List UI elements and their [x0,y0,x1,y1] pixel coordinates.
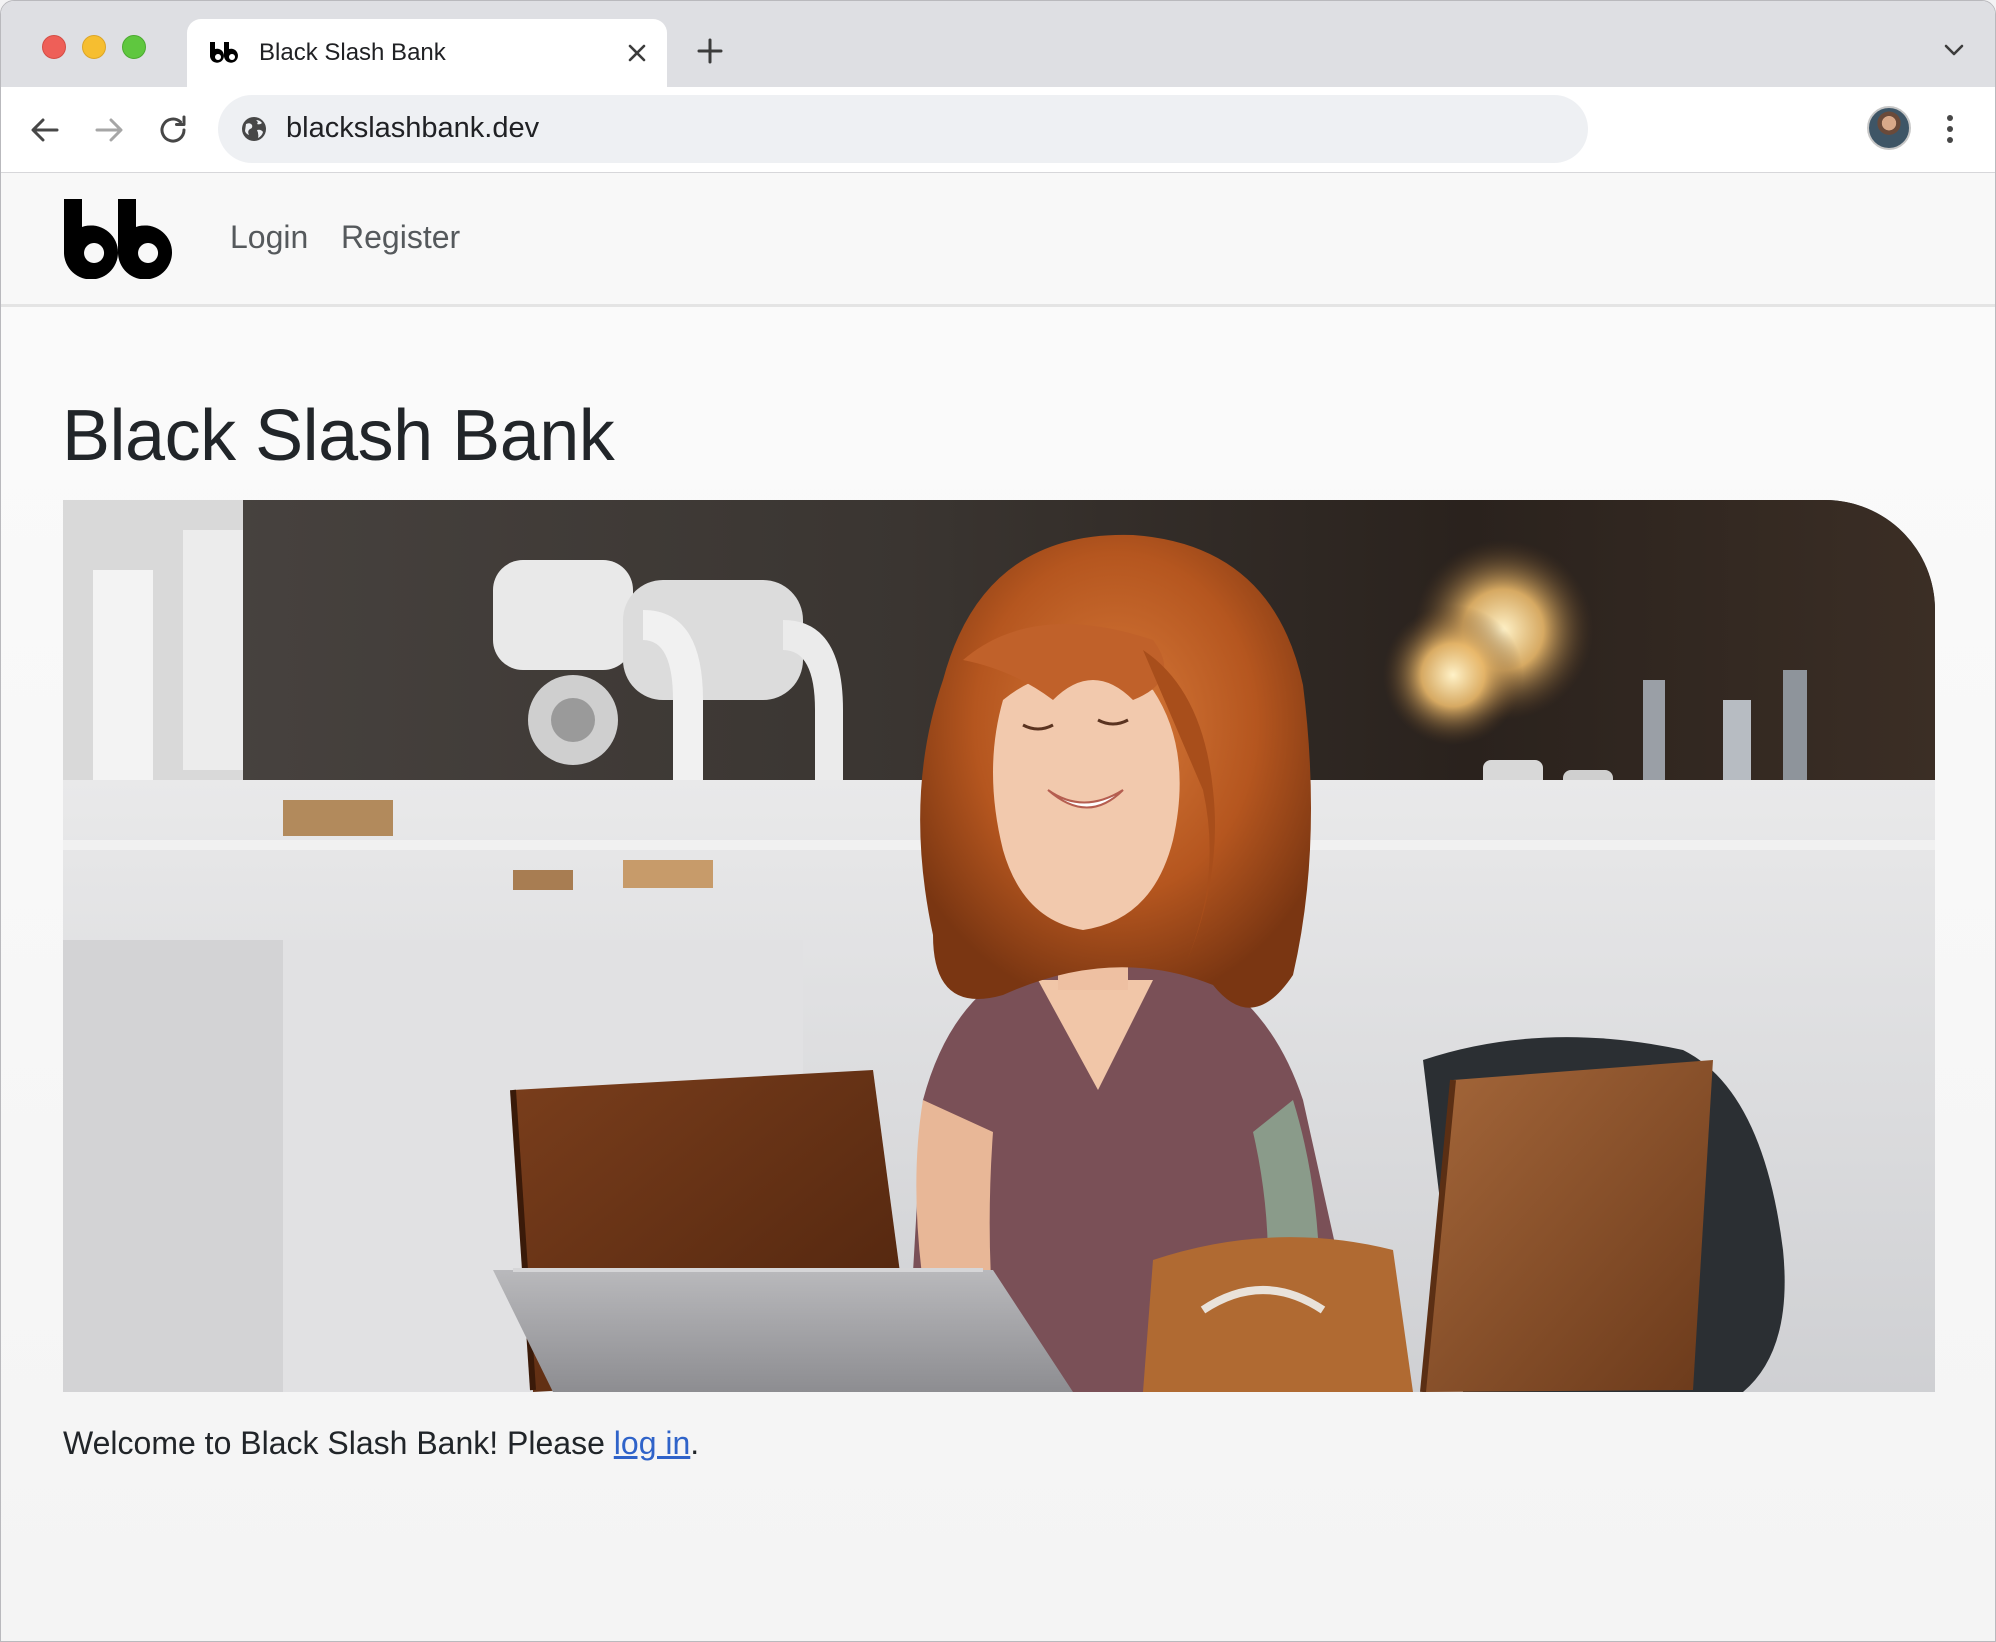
close-tab-icon[interactable] [625,41,649,65]
back-icon[interactable] [27,112,63,148]
forward-icon[interactable] [91,112,127,148]
profile-avatar[interactable] [1867,106,1911,150]
tab-search-chevron-icon[interactable] [1943,43,1965,57]
nav-login-link[interactable]: Login [230,219,308,256]
bb-logo-icon[interactable] [62,197,184,279]
zoom-window-button[interactable] [122,35,146,59]
url-text[interactable]: blackslashbank.dev [286,112,539,145]
tab-strip: Black Slash Bank [1,1,1995,87]
reload-icon[interactable] [155,112,191,148]
bb-logo-icon [209,42,238,63]
page-title: Black Slash Bank [62,396,615,476]
welcome-suffix: . [690,1425,700,1461]
site-navbar: Login Register [1,173,1995,307]
browser-tab[interactable]: Black Slash Bank [187,19,667,87]
globe-icon[interactable] [240,115,268,143]
tab-title: Black Slash Bank [259,39,446,66]
minimize-window-button[interactable] [82,35,106,59]
new-tab-icon[interactable] [695,36,725,66]
hero-illustration [63,500,1935,1392]
address-bar[interactable]: blackslashbank.dev [218,95,1588,163]
close-window-button[interactable] [42,35,66,59]
welcome-prefix: Welcome to Black Slash Bank! Please [63,1425,614,1461]
welcome-message: Welcome to Black Slash Bank! Please log … [63,1425,699,1462]
nav-register-link[interactable]: Register [341,219,460,256]
web-page: Login Register Black Slash Bank Welcome … [1,173,1995,1641]
hero-image [63,500,1935,1392]
login-link[interactable]: log in [614,1425,691,1461]
browser-toolbar: blackslashbank.dev [1,87,1995,173]
browser-window: Black Slash Bank blackslashbank.dev Logi… [0,0,1996,1642]
more-menu-icon[interactable] [1941,111,1959,147]
